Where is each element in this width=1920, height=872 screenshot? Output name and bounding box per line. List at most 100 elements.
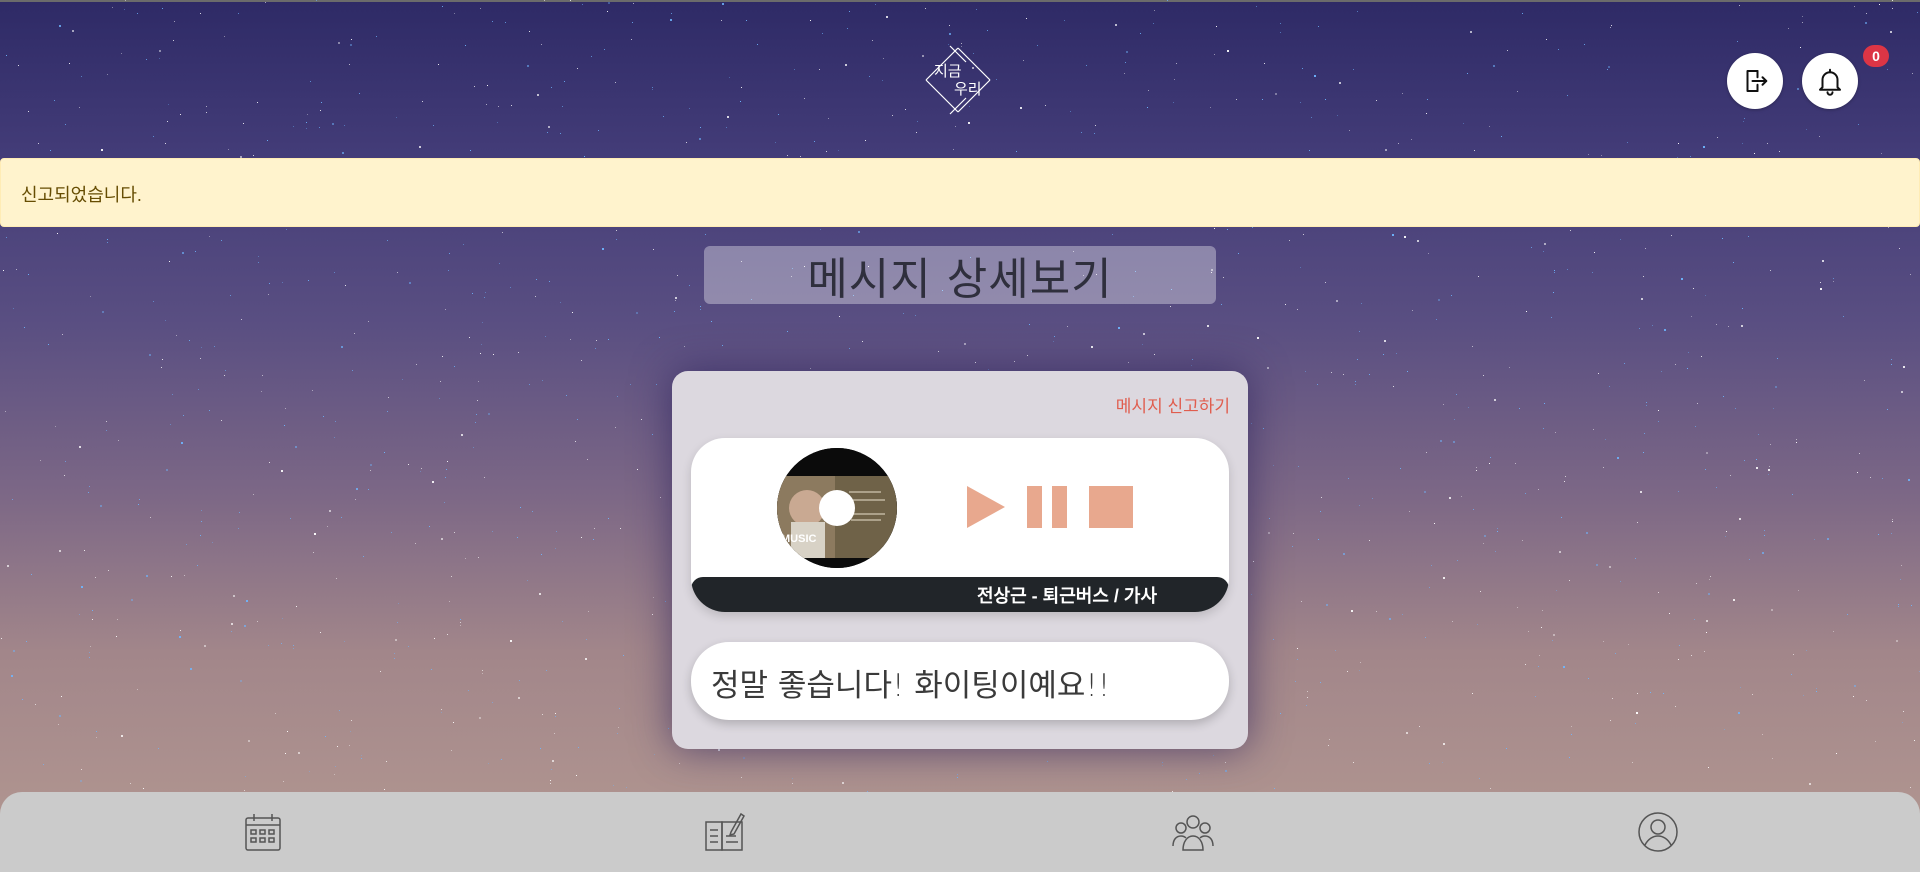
star xyxy=(1558,49,1559,50)
star xyxy=(1756,459,1757,460)
star xyxy=(820,229,821,230)
disc-center-hole xyxy=(819,490,855,526)
star xyxy=(587,459,588,460)
star xyxy=(778,114,779,115)
star xyxy=(387,240,388,241)
star xyxy=(284,425,285,426)
star xyxy=(1770,444,1771,445)
star xyxy=(794,69,795,70)
star xyxy=(1646,402,1647,403)
star xyxy=(636,312,638,314)
star xyxy=(1768,469,1770,471)
player-controls xyxy=(965,484,1153,530)
star xyxy=(121,735,123,737)
star xyxy=(1472,346,1473,347)
star xyxy=(1792,494,1793,495)
star xyxy=(1891,533,1892,534)
star xyxy=(828,118,829,119)
star xyxy=(376,36,377,37)
star xyxy=(6,237,7,238)
star xyxy=(1741,325,1743,327)
star xyxy=(269,462,270,463)
star xyxy=(492,531,493,532)
star xyxy=(1020,107,1022,109)
star xyxy=(231,631,232,632)
star xyxy=(1611,25,1612,26)
star xyxy=(258,262,259,263)
star xyxy=(1501,136,1502,137)
star xyxy=(476,414,477,415)
star xyxy=(1457,560,1458,561)
star xyxy=(535,296,536,297)
star xyxy=(363,556,364,557)
notifications-button[interactable] xyxy=(1802,53,1858,109)
star xyxy=(562,106,563,107)
star xyxy=(61,696,62,697)
star xyxy=(1756,467,1758,469)
star xyxy=(1023,60,1024,61)
star xyxy=(1154,10,1155,11)
star xyxy=(479,717,481,719)
diary-icon[interactable] xyxy=(703,810,747,854)
calendar-icon[interactable] xyxy=(241,810,285,854)
star xyxy=(546,670,547,671)
star xyxy=(1493,65,1495,67)
star xyxy=(1174,79,1175,80)
pause-icon[interactable] xyxy=(1027,486,1069,528)
play-icon[interactable] xyxy=(965,484,1007,530)
star xyxy=(1053,341,1054,342)
star xyxy=(1878,534,1879,535)
star xyxy=(1910,787,1911,788)
star xyxy=(1436,319,1437,320)
star xyxy=(1489,463,1490,464)
star xyxy=(1551,317,1552,318)
profile-icon[interactable] xyxy=(1636,810,1680,854)
stop-icon[interactable] xyxy=(1089,486,1133,528)
star xyxy=(1643,452,1644,453)
logout-button[interactable] xyxy=(1727,53,1783,109)
star xyxy=(447,461,448,462)
friends-icon[interactable] xyxy=(1171,810,1215,854)
star xyxy=(572,312,573,313)
star xyxy=(335,421,336,422)
star xyxy=(441,538,443,540)
star xyxy=(1251,594,1252,595)
star xyxy=(987,30,988,31)
star xyxy=(231,623,233,625)
star xyxy=(308,280,309,281)
star xyxy=(1483,375,1484,376)
star xyxy=(1411,139,1412,140)
star xyxy=(445,309,446,310)
star xyxy=(65,124,66,125)
star xyxy=(1806,129,1807,130)
app-logo[interactable]: 지금 우리 xyxy=(922,44,994,116)
star xyxy=(480,8,481,9)
star xyxy=(1014,361,1015,362)
star xyxy=(1442,762,1443,763)
star xyxy=(81,586,83,588)
star xyxy=(547,132,548,133)
star xyxy=(1773,408,1774,409)
star xyxy=(465,558,466,559)
star xyxy=(1124,73,1125,74)
star xyxy=(1796,439,1797,440)
report-success-alert: 신고되었습니다. xyxy=(0,158,1920,227)
star xyxy=(1417,240,1419,242)
star xyxy=(584,156,585,157)
star xyxy=(631,39,632,40)
bottom-navigation xyxy=(0,792,1920,872)
star xyxy=(167,121,168,122)
svg-text:우리: 우리 xyxy=(954,80,982,98)
star xyxy=(89,657,90,658)
star xyxy=(394,658,395,659)
star xyxy=(1359,331,1360,332)
star xyxy=(201,510,202,511)
star xyxy=(81,76,82,77)
star xyxy=(55,426,56,427)
star xyxy=(488,763,489,764)
star xyxy=(1827,538,1829,540)
star xyxy=(337,746,338,747)
report-message-link[interactable]: 메시지 신고하기 xyxy=(1116,392,1230,417)
star xyxy=(1285,304,1286,305)
star xyxy=(740,101,741,102)
